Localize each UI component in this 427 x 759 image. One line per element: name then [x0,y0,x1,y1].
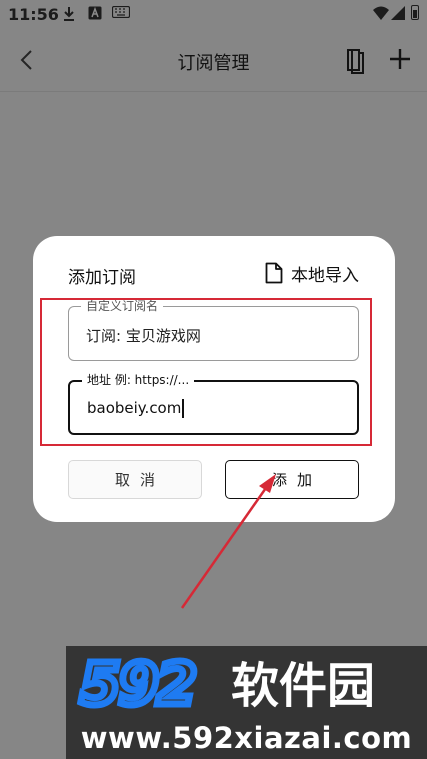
local-import-button[interactable]: 本地导入 [265,260,359,286]
watermark-number: 592 [80,650,195,718]
watermark-url: www.592xiazai.com [80,721,413,755]
watermark: 592 软件园 www.592xiazai.com [66,646,427,759]
dialog-title: 添加订阅 [68,268,136,288]
watermark-logo: 592 软件园 [77,647,376,722]
watermark-brand-text: 软件园 [231,658,375,714]
annotation-highlight-box [40,298,372,446]
file-icon [265,262,283,284]
add-button[interactable]: 添加 [225,460,359,499]
cancel-button[interactable]: 取消 [68,460,202,499]
local-import-label: 本地导入 [291,265,359,286]
